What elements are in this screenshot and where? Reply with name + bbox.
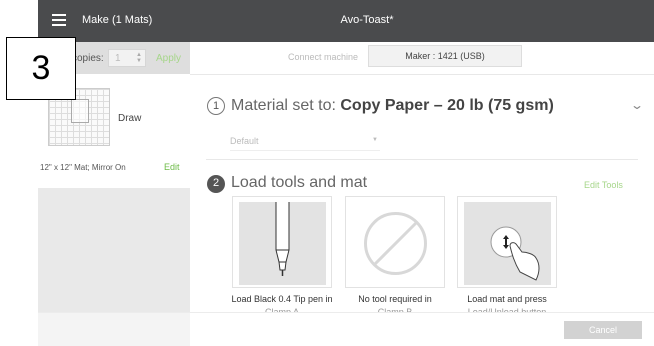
tool2-caption: No tool required in	[358, 294, 432, 304]
main-content: Connect machine Maker : 1421 (USB) 1 Mat…	[190, 42, 654, 312]
top-bar: Make (1 Mats) Avo-Toast*	[0, 0, 654, 42]
tool3-caption: Load mat and press	[467, 294, 547, 304]
edit-mat-link[interactable]: Edit	[164, 162, 180, 172]
design-preview	[71, 99, 89, 123]
step2-number-icon: 2	[207, 175, 225, 193]
material-title[interactable]: Material set to: Copy Paper – 20 lb (75 …	[231, 97, 554, 115]
cancel-button[interactable]: Cancel	[564, 321, 642, 339]
material-name: Copy Paper – 20 lb (75 gsm)	[340, 97, 554, 114]
no-tool-icon	[352, 202, 439, 285]
load-tools-title: Load tools and mat	[231, 174, 368, 191]
material-title-prefix: Material set to:	[231, 97, 341, 114]
apply-button[interactable]: Apply	[156, 53, 181, 64]
step1-number-icon: 1	[207, 97, 225, 115]
tool1-caption: Load Black 0.4 Tip pen in	[231, 294, 333, 304]
copies-value: 1	[115, 53, 121, 64]
machine-select-button[interactable]: Maker : 1421 (USB)	[368, 45, 522, 67]
project-title: Avo-Toast*	[340, 14, 394, 26]
copies-label: copies:	[72, 53, 104, 64]
connect-machine-label: Connect machine	[288, 52, 359, 62]
preset-value: Default	[230, 136, 259, 146]
footer-sidebar-area	[38, 313, 190, 346]
chevron-down-icon[interactable]: ⌄	[630, 98, 644, 112]
edit-tools-link[interactable]: Edit Tools	[584, 180, 623, 190]
divider	[190, 74, 654, 75]
stepper-arrows-icon[interactable]: ▲ ▼	[136, 52, 142, 64]
load-button-illustration	[464, 202, 551, 285]
tool-card-pen	[232, 196, 332, 288]
caret-down-icon: ▼	[372, 137, 378, 143]
mat-info: 12" x 12" Mat; Mirror On	[40, 163, 126, 172]
mat-operation-label: Draw	[118, 113, 142, 124]
step-number-overlay: 3	[6, 37, 76, 100]
divider	[206, 159, 638, 160]
tool-card-load-mat	[457, 196, 557, 288]
copies-stepper[interactable]: 1 ▲ ▼	[108, 49, 146, 67]
footer-bar: Cancel	[38, 312, 654, 346]
pen-illustration	[239, 202, 326, 285]
tool-card-none	[345, 196, 445, 288]
preset-select[interactable]: Default ▼	[230, 133, 380, 151]
